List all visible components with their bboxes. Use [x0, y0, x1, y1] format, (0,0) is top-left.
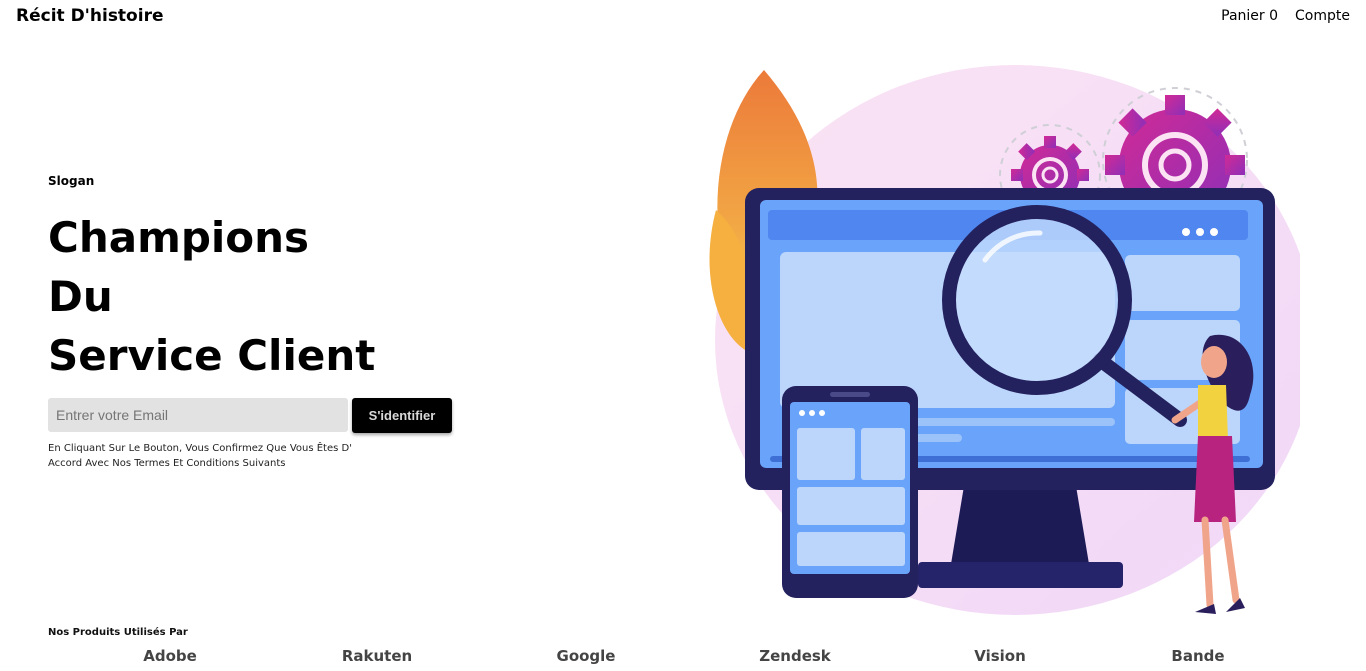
partner-logo-adobe: Adobe [143, 647, 197, 665]
account-link[interactable]: Compte [1295, 8, 1350, 24]
partner-logo-zendesk: Zendesk [759, 647, 831, 665]
nav-links: Panier 0 Compte [1221, 8, 1350, 24]
partner-logo-rakuten: Rakuten [341, 647, 413, 665]
signup-form: S'identifier [48, 398, 452, 433]
cart-link[interactable]: Panier 0 [1221, 8, 1278, 24]
terms-notice: En Cliquant Sur Le Bouton, Vous Confirme… [48, 441, 358, 471]
headline-line-1: Champions [48, 213, 310, 262]
partner-logo-bande: Bande [1171, 647, 1225, 665]
headline-line-3: Service Client [48, 331, 376, 380]
hero-illustration [709, 65, 1300, 615]
headline-line-2: Du [48, 272, 113, 321]
hero-headline: Champions Du Service Client [48, 208, 375, 385]
partner-logo-google: Google [556, 647, 616, 665]
brand-logo[interactable]: Récit D'histoire [16, 6, 163, 26]
partner-logo-vision: Vision [974, 647, 1026, 665]
tablet-icon [782, 386, 918, 598]
slogan-label: Slogan [48, 174, 95, 188]
login-button[interactable]: S'identifier [352, 398, 452, 433]
products-title: Nos Produits Utilisés Par [48, 627, 188, 638]
top-navbar: Récit D'histoire Panier 0 Compte [0, 0, 1366, 36]
email-input[interactable] [48, 398, 348, 432]
terms-line-2: Accord Avec Nos Termes Et Conditions Sui… [48, 458, 286, 469]
terms-line-1: En Cliquant Sur Le Bouton, Vous Confirme… [48, 443, 352, 454]
